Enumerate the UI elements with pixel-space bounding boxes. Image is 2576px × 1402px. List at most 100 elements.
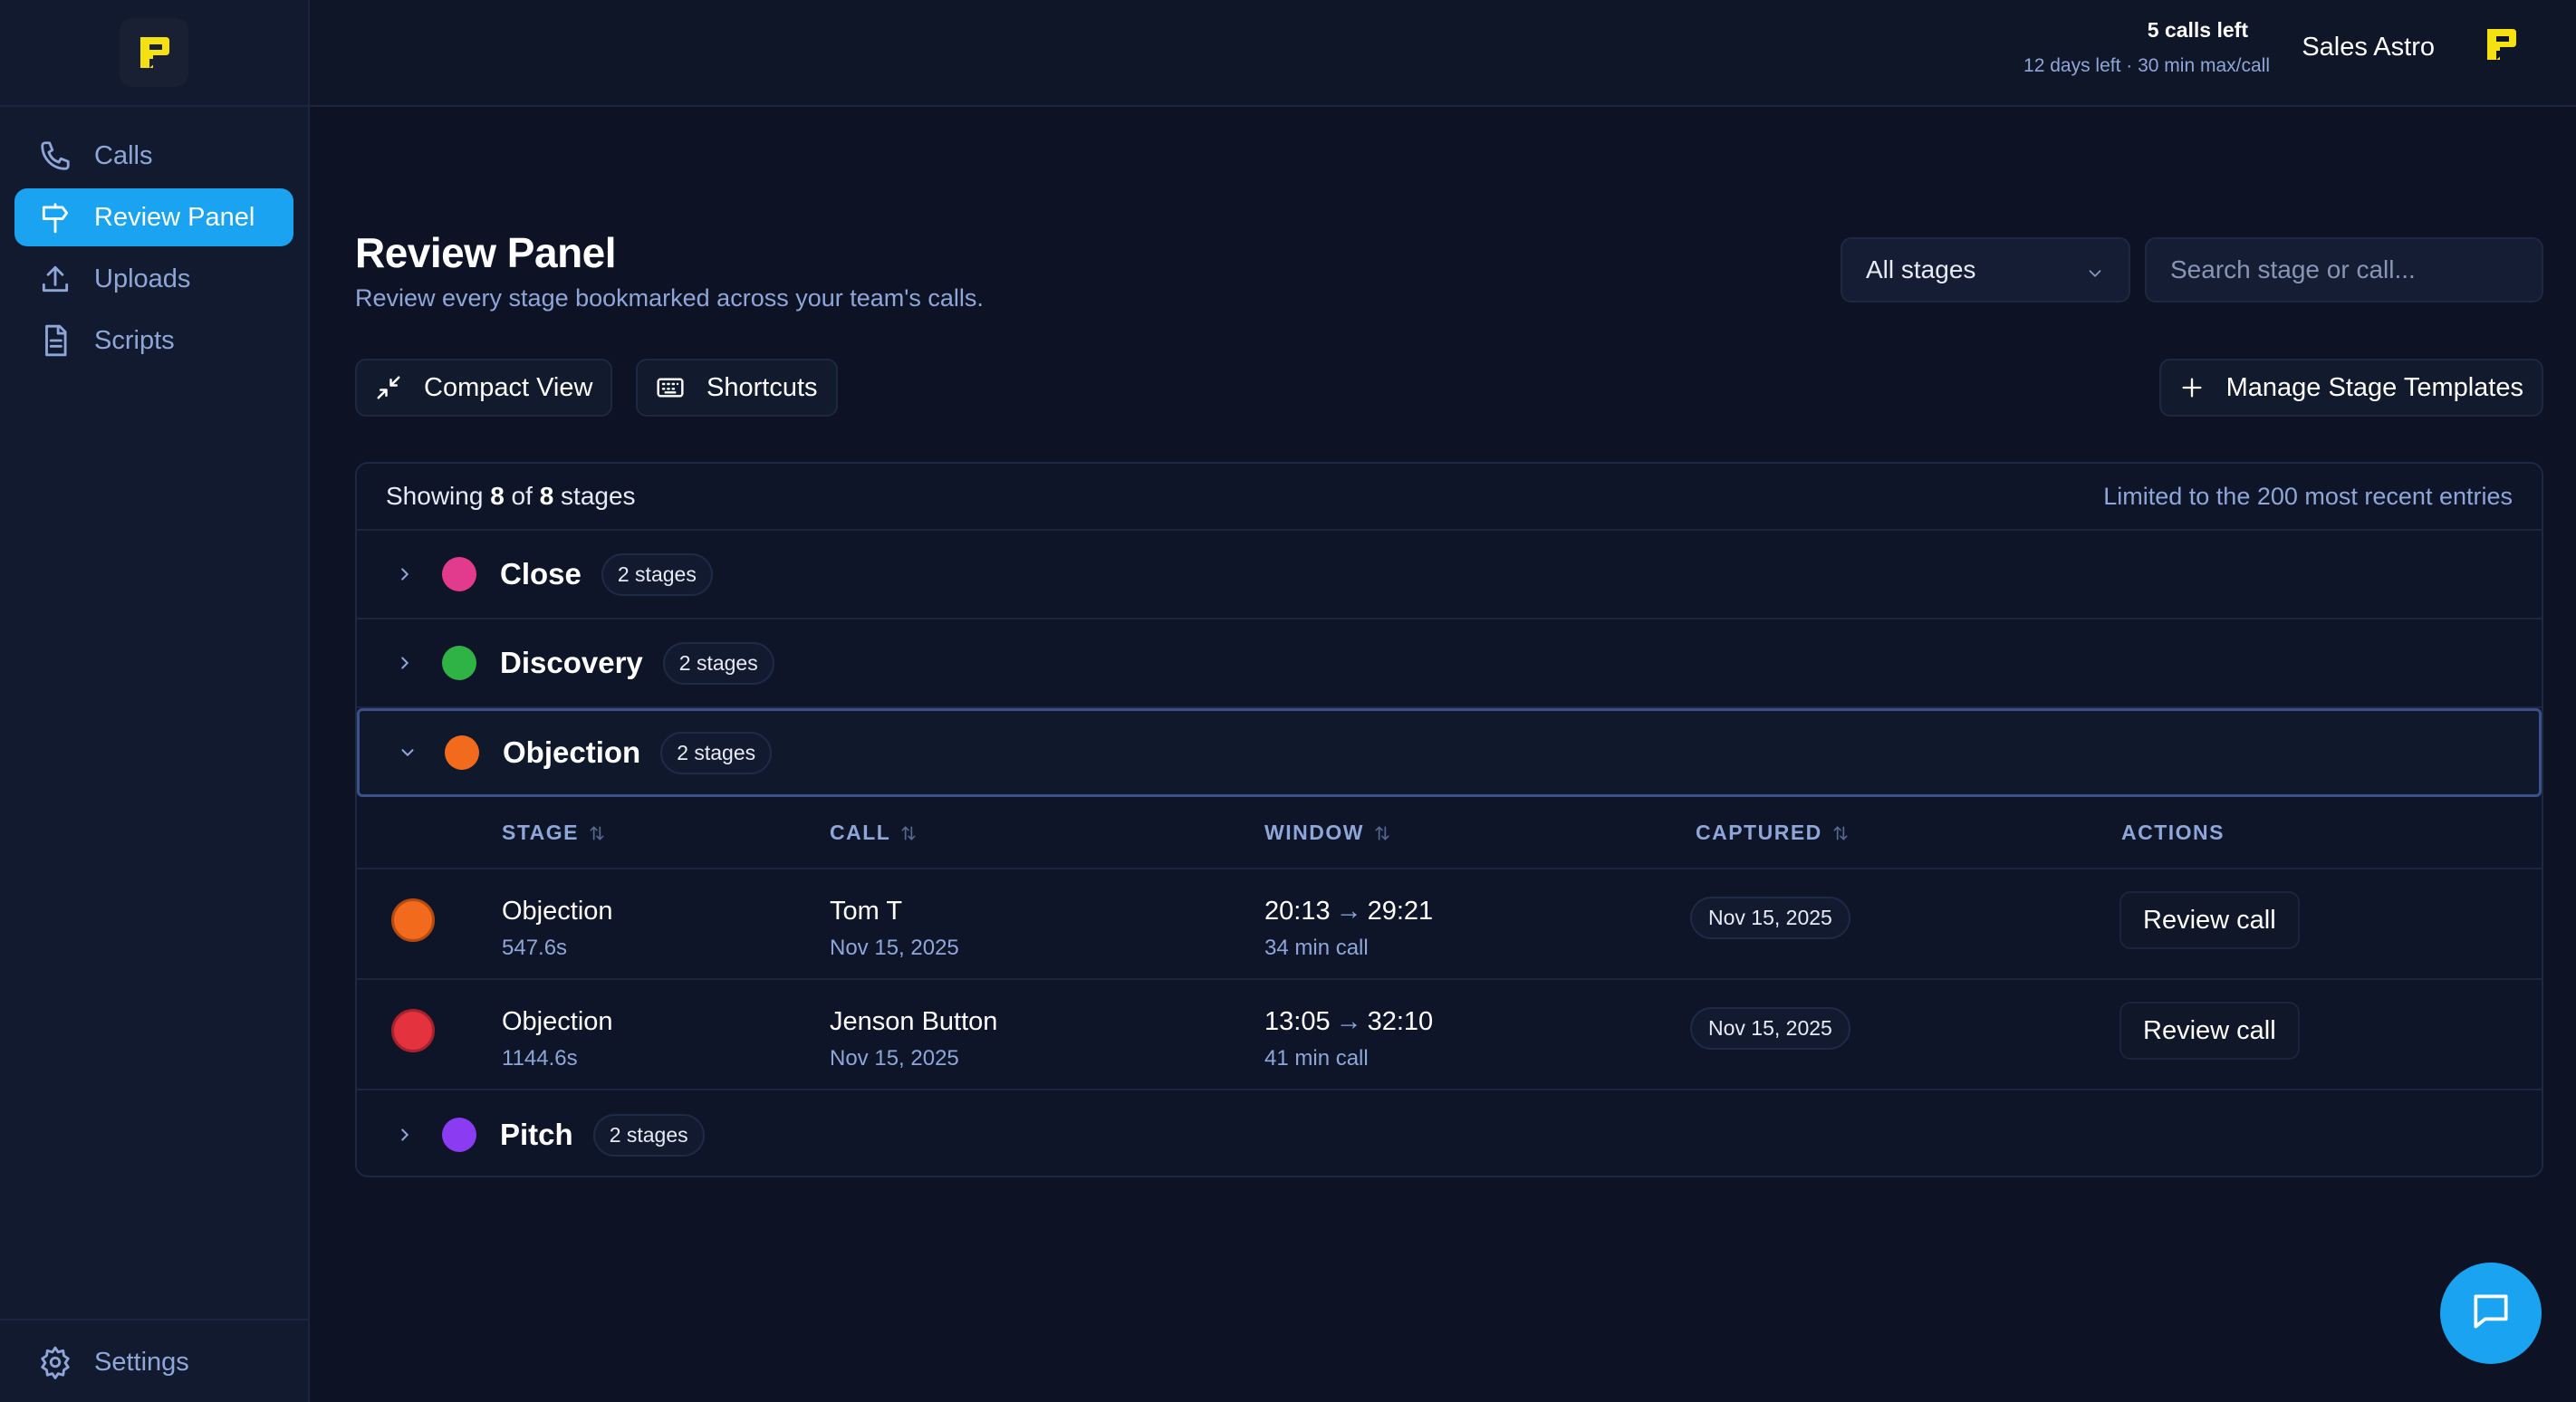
stage-count-badge: 2 stages	[601, 552, 713, 596]
app-logo[interactable]	[120, 18, 188, 87]
sidebar-item-label: Settings	[94, 1347, 189, 1377]
stage-group-name: Close	[500, 557, 582, 591]
call-cell: Tom T Nov 15, 2025	[830, 897, 959, 961]
total-count: 8	[539, 482, 554, 510]
sidebar-item-settings[interactable]: Settings	[14, 1333, 293, 1391]
stage-group-pitch[interactable]: Pitch 2 stages	[357, 1090, 2542, 1176]
chat-button[interactable]	[2440, 1263, 2542, 1364]
limit-note: Limited to the 200 most recent entries	[2103, 482, 2513, 510]
stage-group-name: Pitch	[500, 1118, 573, 1151]
stage-group-objection[interactable]: Objection 2 stages	[357, 708, 2542, 797]
column-label: WINDOW	[1264, 821, 1364, 844]
review-call-button[interactable]: Review call	[2119, 891, 2300, 949]
sort-icon	[1373, 824, 1391, 842]
panel-header: Showing 8 of 8 stages Limited to the 200…	[357, 464, 2542, 531]
brand-logo-icon	[2487, 29, 2516, 60]
avatar[interactable]	[2480, 24, 2522, 70]
plan-info: 12 days left · 30 min max/call	[2023, 55, 2270, 76]
stage-group-close[interactable]: Close 2 stages	[357, 531, 2542, 619]
column-header-call[interactable]: CALL	[830, 821, 918, 845]
call-date: Nov 15, 2025	[830, 1046, 959, 1071]
column-label: CAPTURED	[1696, 821, 1822, 844]
compact-view-button[interactable]: Compact View	[355, 359, 613, 417]
top-bar: 5 calls left 12 days left · 30 min max/c…	[310, 0, 2576, 107]
column-label: ACTIONS	[2121, 821, 2225, 844]
sidebar-item-calls[interactable]: Calls	[14, 127, 293, 185]
stage-cell: Objection 547.6s	[502, 897, 613, 961]
stage-color-dot	[442, 557, 476, 591]
gear-icon	[36, 1343, 74, 1381]
column-header-stage[interactable]: STAGE	[502, 821, 606, 845]
sidebar-item-label: Calls	[94, 140, 153, 170]
usage-info: 5 calls left 12 days left · 30 min max/c…	[2023, 18, 2270, 77]
sidebar-item-label: Uploads	[94, 264, 191, 293]
chevron-right-icon[interactable]	[391, 649, 418, 677]
keyboard-icon	[656, 373, 685, 402]
window-end: 29:21	[1367, 897, 1434, 926]
column-header-actions: ACTIONS	[2121, 821, 2225, 845]
stage-cell: Objection 1144.6s	[502, 1007, 613, 1071]
caller-name: Tom T	[830, 897, 903, 926]
shown-count: 8	[490, 482, 505, 510]
user-name[interactable]: Sales Astro	[2302, 33, 2435, 62]
sidebar-item-scripts[interactable]: Scripts	[14, 312, 293, 370]
review-call-button[interactable]: Review call	[2119, 1002, 2300, 1060]
phone-icon	[36, 137, 74, 175]
call-length: 34 min call	[1264, 936, 1369, 960]
stage-color-dot	[442, 1118, 476, 1152]
search-input[interactable]	[2145, 237, 2543, 302]
column-header-captured[interactable]: CAPTURED	[1696, 821, 1850, 845]
sidebar-logo-area	[0, 0, 308, 107]
brand-logo-icon	[140, 37, 169, 68]
stage-name: Objection	[502, 897, 613, 926]
compact-view-label: Compact View	[424, 372, 593, 402]
stage-filter-select[interactable]: All stages	[1841, 237, 2130, 302]
chevron-right-icon[interactable]	[391, 561, 418, 588]
manage-templates-label: Manage Stage Templates	[2225, 372, 2523, 402]
column-header-window[interactable]: WINDOW	[1264, 821, 1391, 845]
shortcuts-button[interactable]: Shortcuts	[636, 359, 838, 417]
manage-stage-templates-button[interactable]: Manage Stage Templates	[2158, 359, 2543, 417]
window-cell: 13:05 → 32:10 41 min call	[1264, 1007, 1433, 1071]
chat-icon	[2468, 1289, 2514, 1339]
page-title: Review Panel	[355, 229, 617, 276]
document-icon	[36, 322, 74, 360]
minimize-icon	[375, 374, 402, 401]
sort-icon	[588, 824, 606, 842]
call-date: Nov 15, 2025	[830, 936, 959, 960]
sidebar-item-uploads[interactable]: Uploads	[14, 250, 293, 308]
stage-name: Objection	[502, 1007, 613, 1036]
arrow-right-icon: →	[1335, 1007, 1362, 1036]
table-row: Objection 1144.6s Jenson Button Nov 15, …	[357, 980, 2542, 1090]
arrow-right-icon: →	[1335, 897, 1362, 926]
stage-group-name: Discovery	[500, 646, 643, 679]
unit-text: stages	[561, 482, 636, 510]
captured-date-badge: Nov 15, 2025	[1690, 1007, 1850, 1050]
calls-left: 5 calls left	[2147, 18, 2248, 42]
sidebar-nav: Calls Review Panel Uploads Scripts	[0, 107, 308, 370]
stage-count-badge: 2 stages	[660, 731, 773, 774]
upload-icon	[36, 260, 74, 298]
sort-icon	[899, 824, 918, 842]
chevron-down-icon[interactable]	[394, 739, 421, 766]
chevron-down-icon	[2085, 261, 2105, 290]
sidebar-item-label: Review Panel	[94, 202, 255, 232]
sidebar-item-review-panel[interactable]: Review Panel	[14, 188, 293, 246]
window-cell: 20:13 → 29:21 34 min call	[1264, 897, 1433, 961]
of-text: of	[511, 482, 533, 510]
stage-color-dot	[442, 646, 476, 680]
window-end: 32:10	[1367, 1007, 1434, 1036]
call-cell: Jenson Button Nov 15, 2025	[830, 1007, 997, 1071]
sidebar-footer: Settings	[0, 1319, 308, 1402]
column-label: CALL	[830, 821, 891, 844]
chevron-right-icon[interactable]	[391, 1121, 418, 1148]
sidebar-item-label: Scripts	[94, 325, 175, 355]
plus-icon	[2179, 375, 2205, 400]
showing-count: Showing 8 of 8 stages	[386, 482, 636, 511]
stage-group-discovery[interactable]: Discovery 2 stages	[357, 619, 2542, 708]
column-label: STAGE	[502, 821, 580, 844]
stage-duration: 1144.6s	[502, 1046, 578, 1071]
stage-color-dot	[391, 898, 435, 942]
stage-duration: 547.6s	[502, 936, 568, 960]
page-subtitle: Review every stage bookmarked across you…	[355, 284, 984, 312]
